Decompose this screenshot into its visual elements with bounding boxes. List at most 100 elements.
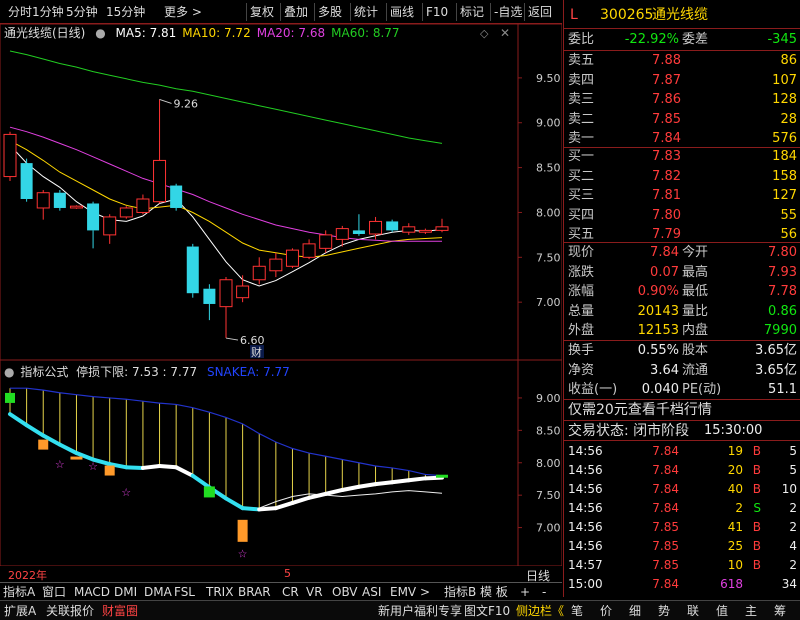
indicator-tab[interactable]: 模 板 xyxy=(480,584,508,600)
candle[interactable] xyxy=(252,257,266,285)
candle[interactable] xyxy=(103,214,117,244)
candle[interactable] xyxy=(269,252,283,278)
candle[interactable] xyxy=(119,206,133,219)
candle[interactable] xyxy=(136,194,150,215)
status-promo[interactable]: 图文F10 xyxy=(464,602,510,620)
panel-switch[interactable]: 值 xyxy=(716,602,728,620)
indicator-tab[interactable]: 指标B xyxy=(444,584,476,600)
period-0[interactable]: 分时 xyxy=(8,3,32,21)
tick-row[interactable]: 14:57 7.85 10 B 2 xyxy=(564,555,800,575)
indicator-tab[interactable]: + xyxy=(520,584,530,600)
tick-row[interactable]: 14:56 7.84 19 B 5 xyxy=(564,441,800,461)
indicator-tab[interactable]: EMV xyxy=(390,584,416,600)
candle[interactable] xyxy=(236,275,250,303)
tool-8[interactable]: 返回 xyxy=(528,3,552,21)
candle[interactable] xyxy=(418,228,432,234)
period-4[interactable]: 更多 > xyxy=(164,3,202,21)
indicator-tab[interactable]: OBV xyxy=(332,584,358,600)
candle[interactable] xyxy=(352,214,365,236)
tick-row[interactable]: 14:56 7.85 41 B 2 xyxy=(564,517,800,537)
ask-row[interactable]: 卖二 7.85 28 xyxy=(564,110,800,130)
candle[interactable] xyxy=(402,223,416,235)
indicator-tab[interactable]: ASI xyxy=(362,584,381,600)
candle[interactable] xyxy=(3,131,17,182)
kline-chart[interactable]: 9.509.008.508.007.507.009.266.60财 9.008.… xyxy=(0,24,562,566)
indicator-tab[interactable]: CR xyxy=(282,584,299,600)
candle[interactable] xyxy=(203,284,216,321)
candle[interactable] xyxy=(87,201,100,249)
candle[interactable] xyxy=(435,218,449,233)
close-icon[interactable]: ✕ xyxy=(500,26,510,40)
tick-row[interactable]: 14:56 7.84 20 B 5 xyxy=(564,460,800,480)
indicator-tab[interactable]: > xyxy=(420,584,430,600)
indicator-tab[interactable]: VR xyxy=(306,584,323,600)
period-1[interactable]: 1分钟 xyxy=(32,3,64,21)
bid-row[interactable]: 买四 7.80 55 xyxy=(564,206,800,226)
tool-6[interactable]: 标记 xyxy=(460,3,484,21)
snake-segment xyxy=(373,480,395,487)
panel-switch[interactable]: 笔 xyxy=(571,602,583,620)
panel-switch[interactable]: 价 xyxy=(600,602,612,620)
indicator-tab[interactable]: MACD xyxy=(74,584,110,600)
tool-3[interactable]: 统计 xyxy=(354,3,378,21)
panel-switch[interactable]: 筹 xyxy=(774,602,786,620)
candle[interactable] xyxy=(153,99,167,204)
candle[interactable] xyxy=(285,248,299,269)
candle[interactable] xyxy=(369,216,383,240)
panel-switch[interactable]: 势 xyxy=(658,602,670,620)
chevron-down-icon[interactable]: ● xyxy=(4,365,14,379)
candle[interactable] xyxy=(20,158,33,202)
indicator-tab[interactable]: DMI xyxy=(114,584,137,600)
signal-square xyxy=(38,439,49,450)
ask-row[interactable]: 卖三 7.86 128 xyxy=(564,90,800,110)
tool-7[interactable]: -自选 xyxy=(494,3,522,21)
finance-marker[interactable]: 财 xyxy=(251,345,262,359)
bid-row[interactable]: 买三 7.81 127 xyxy=(564,186,800,206)
high-price-label: 9.26 xyxy=(174,97,199,110)
indicator-tab[interactable]: 指标A xyxy=(3,584,35,600)
tool-4[interactable]: 画线 xyxy=(390,3,414,21)
candle[interactable] xyxy=(186,243,199,298)
candle[interactable] xyxy=(36,190,50,220)
bid-row[interactable]: 买二 7.82 158 xyxy=(564,167,800,187)
status-link[interactable]: 扩展A xyxy=(4,602,36,620)
candle[interactable] xyxy=(53,190,66,211)
ask-row[interactable]: 卖五 7.88 86 xyxy=(564,51,800,71)
indicator-tab[interactable]: 窗口 xyxy=(42,584,66,600)
period-3[interactable]: 15分钟 xyxy=(106,3,145,21)
snake-segment xyxy=(340,484,361,492)
tool-1[interactable]: 叠加 xyxy=(284,3,308,21)
period-2[interactable]: 5分钟 xyxy=(66,3,98,21)
tool-2[interactable]: 多股 xyxy=(318,3,342,21)
tool-5[interactable]: F10 xyxy=(426,3,448,21)
tool-0[interactable]: 复权 xyxy=(250,3,274,21)
indicator-tab[interactable]: DMA xyxy=(144,584,172,600)
candle[interactable] xyxy=(69,205,83,209)
indicator-tab[interactable]: - xyxy=(542,584,546,600)
chevron-down-icon[interactable]: ● xyxy=(95,26,105,40)
status-promo[interactable]: 新用户福利专享 xyxy=(378,602,462,620)
indicator-tab[interactable]: BRAR xyxy=(238,584,271,600)
status-promo[interactable]: 侧边栏《 xyxy=(516,602,564,620)
candle[interactable] xyxy=(219,277,233,339)
panel-switch[interactable]: 联 xyxy=(687,602,699,620)
tick-row[interactable]: 15:00 7.84 618 34 xyxy=(564,574,800,594)
status-link[interactable]: 关联报价 xyxy=(46,602,94,620)
candle[interactable] xyxy=(170,183,183,211)
indicator-tab[interactable]: TRIX xyxy=(206,584,233,600)
tick-row[interactable]: 14:56 7.84 2 S 2 xyxy=(564,498,800,518)
indicator-tab[interactable]: FSL xyxy=(174,584,195,600)
diamond-icon[interactable]: ◇ xyxy=(480,27,488,40)
status-link[interactable]: 财富圈 xyxy=(102,602,138,620)
tick-row[interactable]: 14:56 7.85 25 B 4 xyxy=(564,536,800,556)
candle[interactable] xyxy=(386,219,399,233)
axis-month: 5 xyxy=(284,567,291,580)
bid-row[interactable]: 买一 7.83 184 xyxy=(564,147,800,167)
promo-link[interactable]: 仅需20元查看千档行情 xyxy=(564,400,800,420)
tick-row[interactable]: 14:56 7.84 40 B 10 xyxy=(564,479,800,499)
panel-switch[interactable]: 主 xyxy=(745,602,757,620)
candle[interactable] xyxy=(302,239,316,260)
y-tick-main: 7.00 xyxy=(536,296,561,309)
panel-switch[interactable]: 细 xyxy=(629,602,641,620)
ask-row[interactable]: 卖四 7.87 107 xyxy=(564,71,800,91)
